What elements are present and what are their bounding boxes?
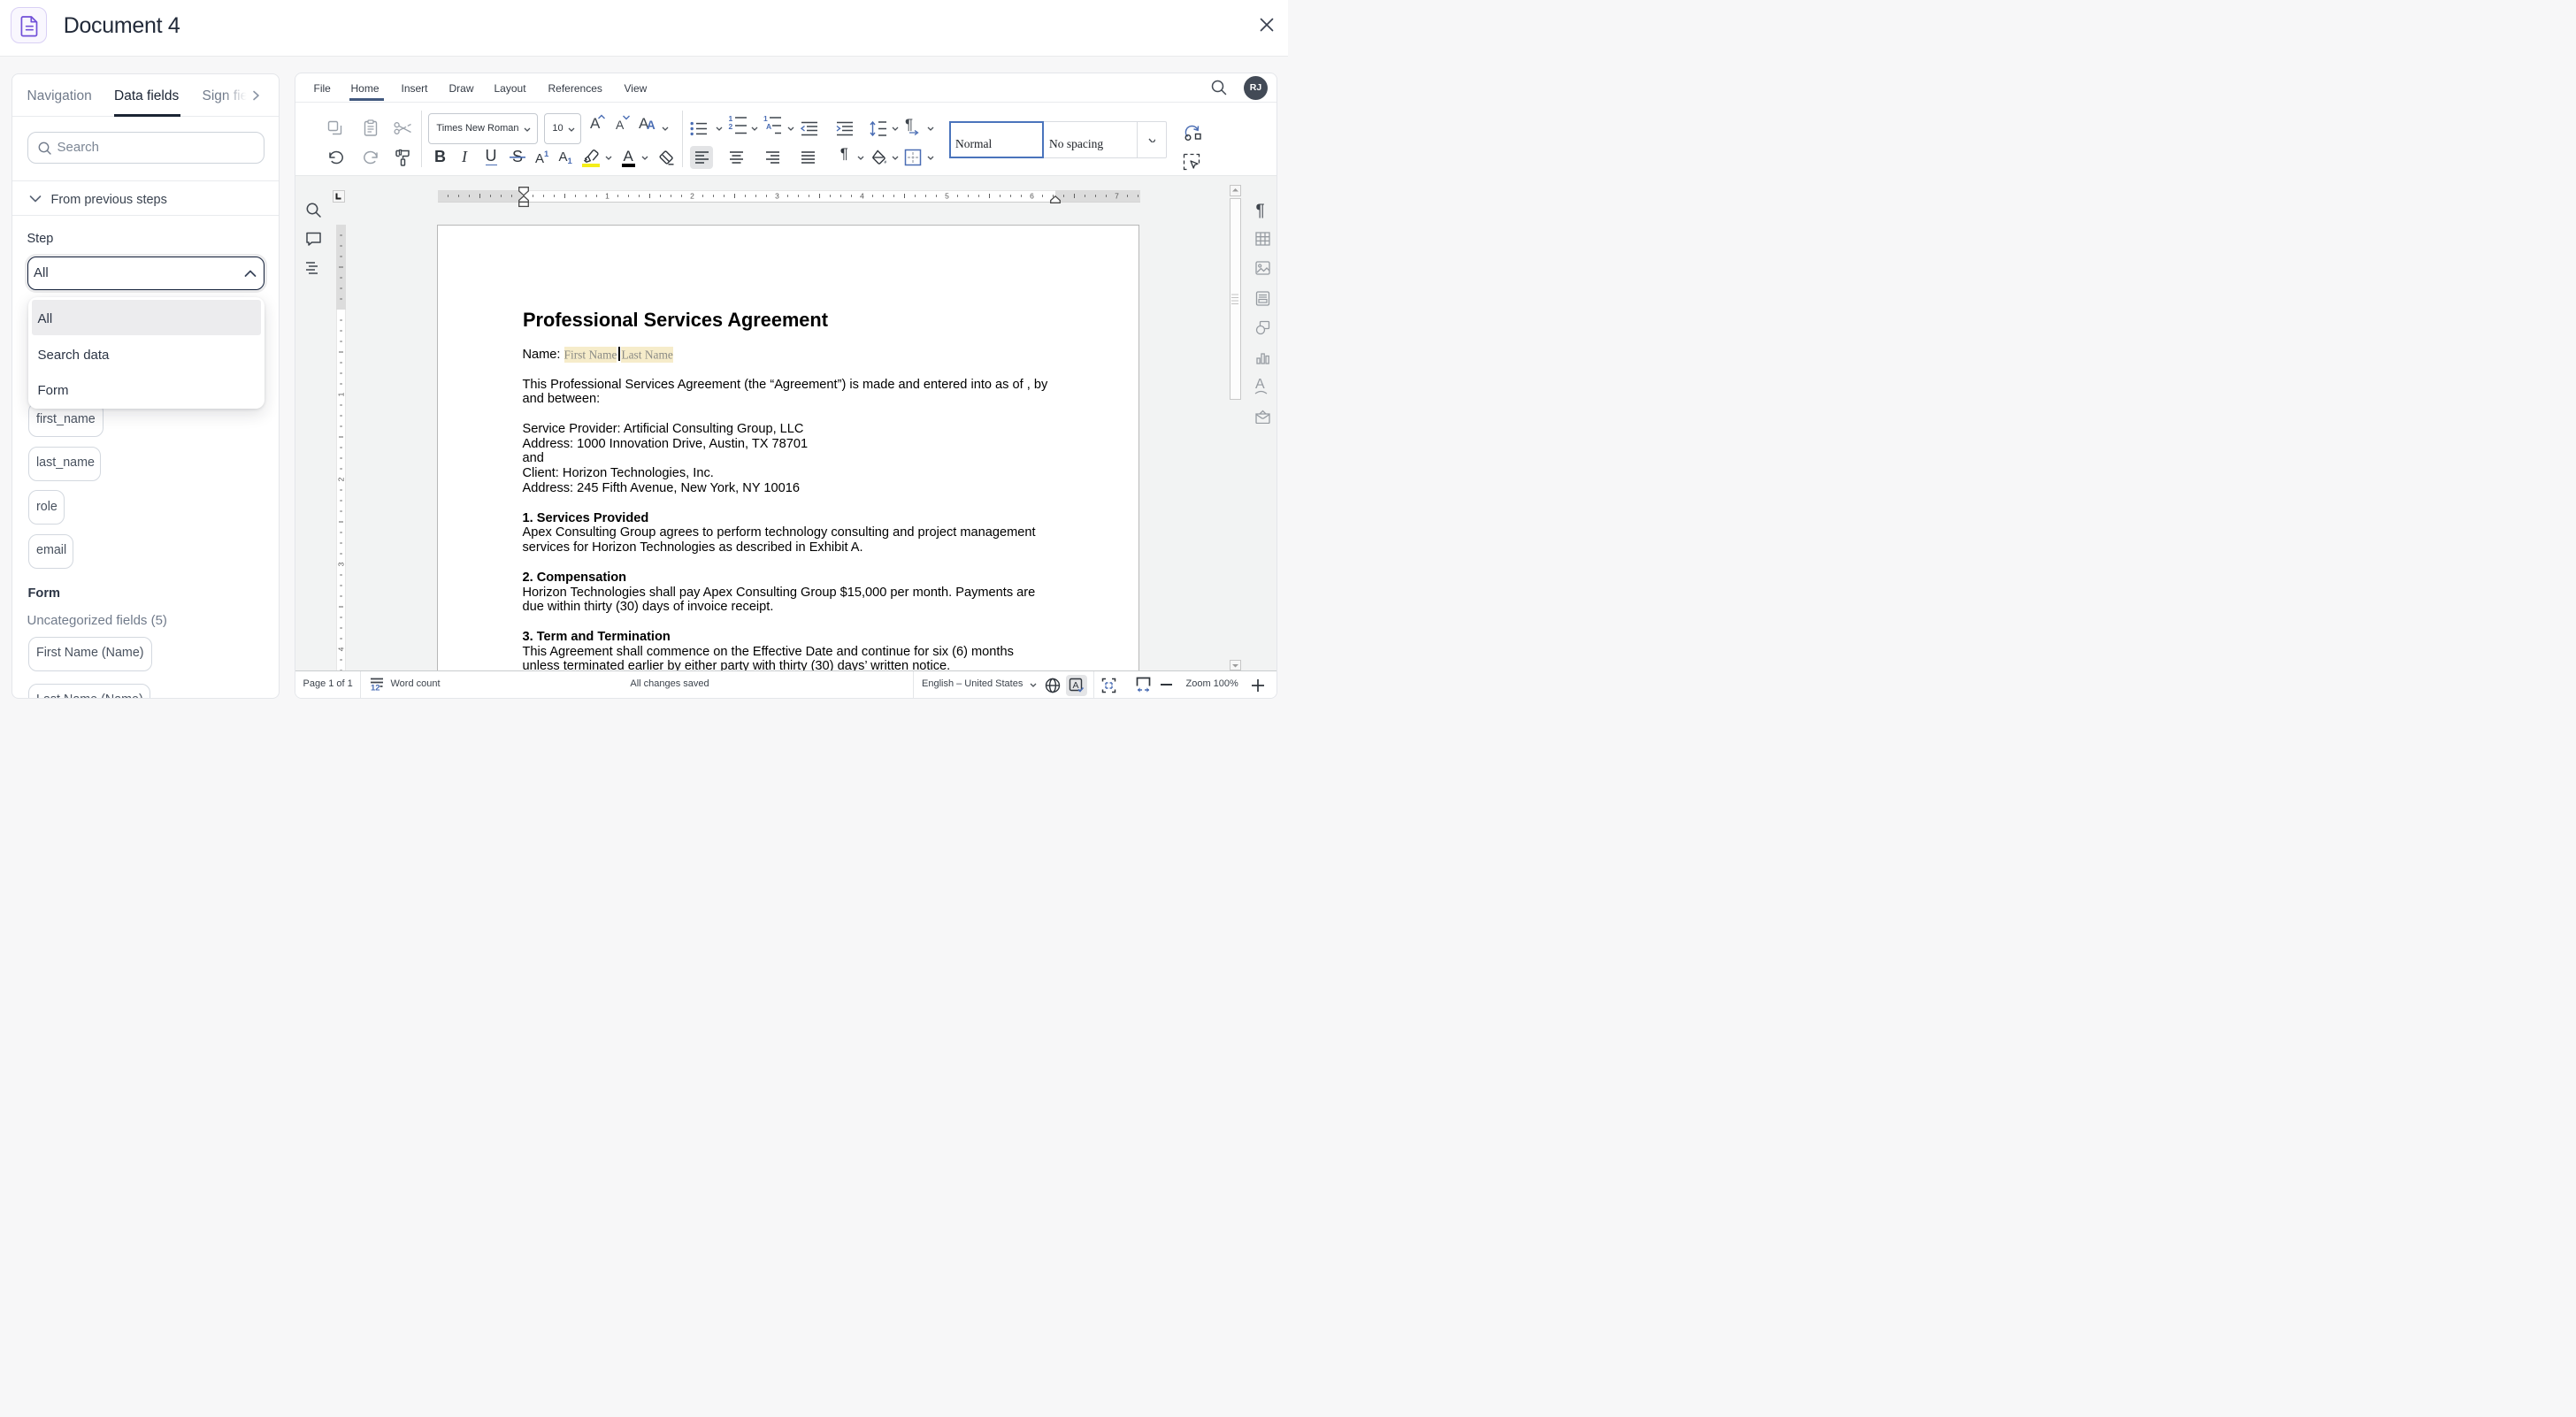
svg-text:12: 12 <box>371 684 380 693</box>
svg-text:4: 4 <box>336 647 345 651</box>
svg-text:7: 7 <box>1115 192 1119 201</box>
svg-text:2: 2 <box>690 192 694 201</box>
svg-text:3: 3 <box>775 192 779 201</box>
svg-text:A: A <box>1073 680 1079 691</box>
svg-text:4: 4 <box>860 192 864 201</box>
svg-text:3: 3 <box>336 562 345 566</box>
svg-text:5: 5 <box>945 192 949 201</box>
svg-text:2: 2 <box>336 477 345 481</box>
svg-text:1: 1 <box>605 192 610 201</box>
svg-text:1: 1 <box>336 392 345 396</box>
svg-text:6: 6 <box>1030 192 1034 201</box>
